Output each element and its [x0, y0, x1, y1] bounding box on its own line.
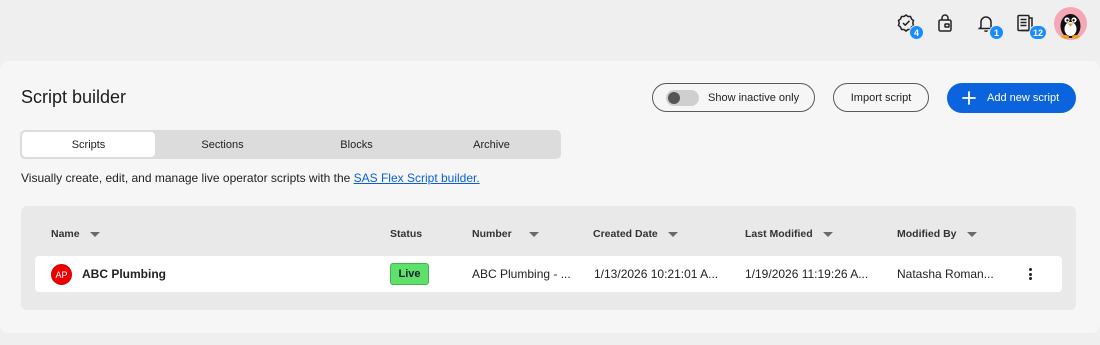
- tab-blocks[interactable]: Blocks: [290, 132, 423, 157]
- sort-down-icon[interactable]: [89, 231, 100, 237]
- scripts-table: Name Status Number Created Date Last Mod…: [21, 206, 1076, 310]
- script-avatar: AP: [51, 264, 72, 285]
- column-header-name[interactable]: Name: [51, 228, 100, 240]
- sort-down-icon[interactable]: [528, 231, 539, 237]
- toggle-switch[interactable]: [666, 89, 699, 106]
- modified-by: Natasha Roman...: [897, 267, 994, 281]
- more-options-icon[interactable]: [1023, 266, 1037, 282]
- script-name[interactable]: ABC Plumbing: [82, 267, 166, 281]
- notification-badge: 12: [1029, 25, 1048, 40]
- add-new-script-button[interactable]: Add new script: [947, 83, 1076, 113]
- plus-icon: [962, 91, 976, 105]
- award-check-icon[interactable]: 4: [894, 11, 924, 40]
- column-header-created-date[interactable]: Created Date: [593, 228, 678, 240]
- bell-icon[interactable]: 1: [974, 11, 1004, 40]
- top-bar: 4 1 12: [0, 0, 1100, 48]
- description-text: Visually create, edit, and manage live o…: [21, 171, 354, 185]
- status-badge: Live: [390, 263, 429, 285]
- column-header-modified-by[interactable]: Modified By: [897, 228, 977, 240]
- tab-bar: Scripts Sections Blocks Archive: [20, 130, 561, 159]
- last-modified: 1/19/2026 11:19:26 A...: [745, 267, 869, 281]
- page-title: Script builder: [21, 87, 127, 107]
- notification-badge: 1: [989, 25, 1004, 40]
- table-row[interactable]: AP ABC Plumbing Live ABC Plumbing - ... …: [35, 256, 1062, 292]
- import-script-button[interactable]: Import script: [833, 83, 929, 112]
- column-header-status: Status: [390, 228, 423, 240]
- column-header-number[interactable]: Number: [472, 228, 539, 240]
- add-new-script-label: Add new script: [987, 92, 1060, 104]
- created-date: 1/13/2026 10:21:01 A...: [594, 267, 719, 281]
- tab-sections[interactable]: Sections: [156, 132, 289, 157]
- avatar[interactable]: [1054, 7, 1087, 40]
- script-builder-link[interactable]: SAS Flex Script builder.: [354, 171, 480, 185]
- sort-down-icon[interactable]: [822, 231, 833, 237]
- sort-down-icon[interactable]: [667, 231, 678, 237]
- notes-icon[interactable]: 12: [1013, 11, 1048, 40]
- tab-scripts[interactable]: Scripts: [22, 132, 155, 157]
- description: Visually create, edit, and manage live o…: [21, 171, 480, 185]
- notification-badge: 4: [909, 25, 924, 40]
- import-script-label: Import script: [850, 91, 912, 104]
- script-builder-card: Script builder Show inactive only Import…: [0, 61, 1100, 333]
- toggle-label: Show inactive only: [708, 91, 800, 104]
- sort-down-icon[interactable]: [966, 231, 977, 237]
- show-inactive-toggle[interactable]: Show inactive only: [652, 83, 815, 112]
- tab-archive[interactable]: Archive: [425, 132, 558, 157]
- script-number: ABC Plumbing - ...: [472, 267, 571, 281]
- lock-bag-icon[interactable]: [933, 11, 957, 35]
- column-header-last-modified[interactable]: Last Modified: [745, 228, 833, 240]
